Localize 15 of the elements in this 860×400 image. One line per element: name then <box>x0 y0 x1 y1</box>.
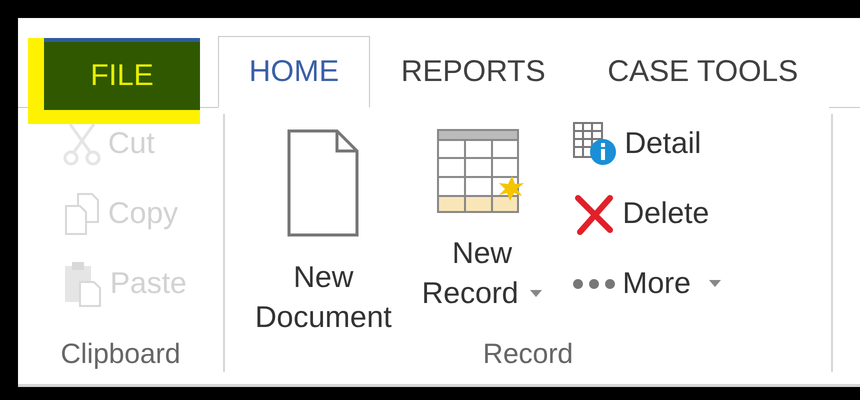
ribbon-large-button[interactable]: New Document <box>255 114 392 338</box>
group-label: Clipboard <box>60 338 182 371</box>
clipboard-icon <box>62 260 104 308</box>
file-tab[interactable]: FILE <box>44 38 200 110</box>
scissors-icon <box>62 122 102 166</box>
group-label: Record <box>482 338 574 371</box>
ribbon-button[interactable]: More <box>572 254 721 314</box>
ribbon-button[interactable]: Detail <box>572 114 721 174</box>
table-info-icon <box>572 121 618 167</box>
dots-icon <box>572 278 616 290</box>
copy-icon <box>62 190 102 238</box>
document-icon <box>286 128 360 238</box>
ribbon-button[interactable]: Delete <box>572 184 721 244</box>
ribbon-large-button[interactable]: New Record <box>422 114 542 338</box>
ribbon-tab[interactable]: HOME <box>218 36 370 108</box>
